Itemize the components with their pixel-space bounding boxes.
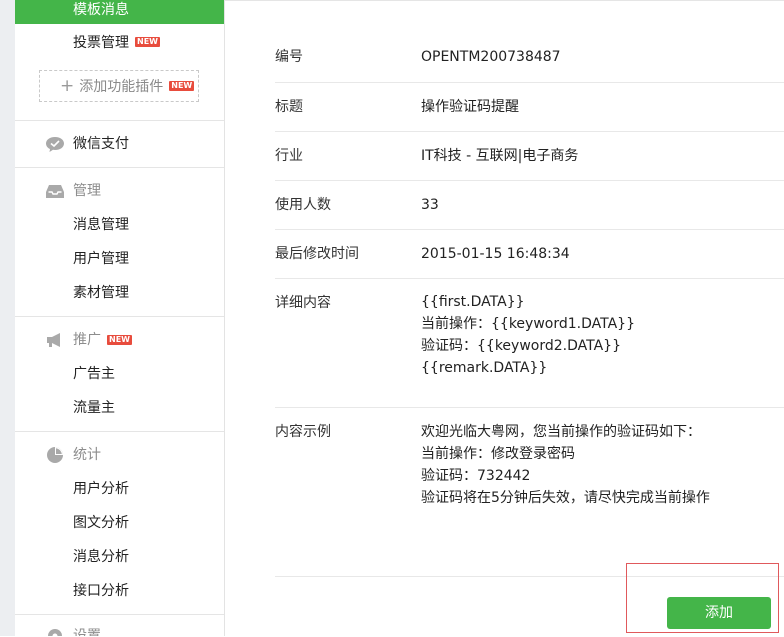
gear-icon — [45, 627, 65, 636]
sidebar-section-stats: 统计 — [45, 445, 101, 465]
divider — [15, 316, 224, 317]
example-line: 验证码将在5分钟后失效，请尽快完成当前操作 — [421, 490, 710, 506]
template-detail-panel: 编号 OPENTM200738487 标题 操作验证码提醒 行业 IT科技 - … — [225, 0, 784, 637]
field-label: 使用人数 — [275, 197, 331, 213]
sidebar-section-manage: 管理 — [45, 181, 101, 201]
divider — [15, 431, 224, 432]
detail-row-id: 编号 OPENTM200738487 — [275, 32, 784, 83]
sidebar-item-api-analysis[interactable]: 接口分析 — [73, 581, 129, 601]
field-label: 详细内容 — [275, 295, 331, 311]
field-value: OPENTM200738487 — [421, 49, 561, 65]
sidebar-section-settings: 设置 — [45, 626, 101, 636]
detail-row-modified: 最后修改时间 2015-01-15 16:48:34 — [275, 229, 784, 279]
sidebar-item-publisher[interactable]: 流量主 — [73, 398, 115, 418]
field-value: 33 — [421, 197, 439, 213]
inbox-icon — [45, 182, 65, 200]
sidebar-item-message-manage[interactable]: 消息管理 — [73, 215, 129, 235]
divider — [15, 120, 224, 121]
sidebar-item-material-manage[interactable]: 素材管理 — [73, 283, 129, 303]
sidebar-item-vote[interactable]: 投票管理 NEW — [73, 33, 160, 53]
new-badge: NEW — [135, 37, 160, 47]
example-line: 当前操作：修改登录密码 — [421, 446, 575, 462]
sidebar-item-label: 模板消息 — [73, 2, 129, 18]
add-button[interactable]: 添加 — [667, 597, 771, 629]
example-line: 欢迎光临大粤网，您当前操作的验证码如下： — [421, 424, 701, 440]
sidebar-item-advertiser[interactable]: 广告主 — [73, 364, 115, 384]
chat-bubble-icon — [45, 135, 65, 153]
sidebar: 模板消息 投票管理 NEW + 添加功能插件 NEW 微信支付 管理 消息管理 用户管… — [15, 0, 225, 636]
detail-row-users: 使用人数 33 — [275, 180, 784, 230]
content-line: 当前操作：{{keyword1.DATA}} — [421, 316, 635, 332]
field-value: 操作验证码提醒 — [421, 99, 519, 115]
example-line: 验证码：732442 — [421, 468, 531, 484]
outer-frame — [0, 0, 15, 636]
field-label: 标题 — [275, 99, 303, 115]
megaphone-icon — [45, 331, 65, 349]
content-line: {{remark.DATA}} — [421, 360, 548, 376]
add-plugin-button[interactable]: + 添加功能插件 NEW — [39, 70, 199, 102]
field-value: IT科技 - 互联网|电子商务 — [421, 148, 579, 164]
pie-chart-icon — [45, 446, 65, 464]
sidebar-item-user-manage[interactable]: 用户管理 — [73, 249, 129, 269]
new-badge: NEW — [107, 335, 132, 345]
new-badge: NEW — [169, 81, 195, 91]
sidebar-item-template-message[interactable]: 模板消息 — [15, 0, 224, 24]
sidebar-item-message-analysis[interactable]: 消息分析 — [73, 547, 129, 567]
field-label: 编号 — [275, 49, 303, 65]
field-label: 行业 — [275, 148, 303, 164]
plus-icon: + — [60, 76, 75, 96]
detail-row-example: 内容示例 欢迎光临大粤网，您当前操作的验证码如下： 当前操作：修改登录密码 验证… — [275, 407, 784, 527]
detail-row-title: 标题 操作验证码提醒 — [275, 82, 784, 132]
sidebar-item-wechat-pay[interactable]: 微信支付 — [45, 134, 129, 154]
field-value: 2015-01-15 16:48:34 — [421, 246, 570, 262]
content-line: 验证码：{{keyword2.DATA}} — [421, 338, 621, 354]
content-line: {{first.DATA}} — [421, 294, 525, 310]
sidebar-section-promote: 推广 NEW — [45, 330, 132, 350]
divider — [15, 167, 224, 168]
detail-row-content: 详细内容 {{first.DATA}} 当前操作：{{keyword1.DATA… — [275, 278, 784, 408]
sidebar-item-user-analysis[interactable]: 用户分析 — [73, 479, 129, 499]
content-lines: {{first.DATA}} 当前操作：{{keyword1.DATA}} 验证… — [421, 291, 635, 379]
detail-row-industry: 行业 IT科技 - 互联网|电子商务 — [275, 131, 784, 181]
field-label: 最后修改时间 — [275, 246, 359, 262]
sidebar-item-article-analysis[interactable]: 图文分析 — [73, 513, 129, 533]
example-lines: 欢迎光临大粤网，您当前操作的验证码如下： 当前操作：修改登录密码 验证码：732… — [421, 421, 710, 509]
field-label: 内容示例 — [275, 424, 331, 440]
divider — [15, 614, 224, 615]
